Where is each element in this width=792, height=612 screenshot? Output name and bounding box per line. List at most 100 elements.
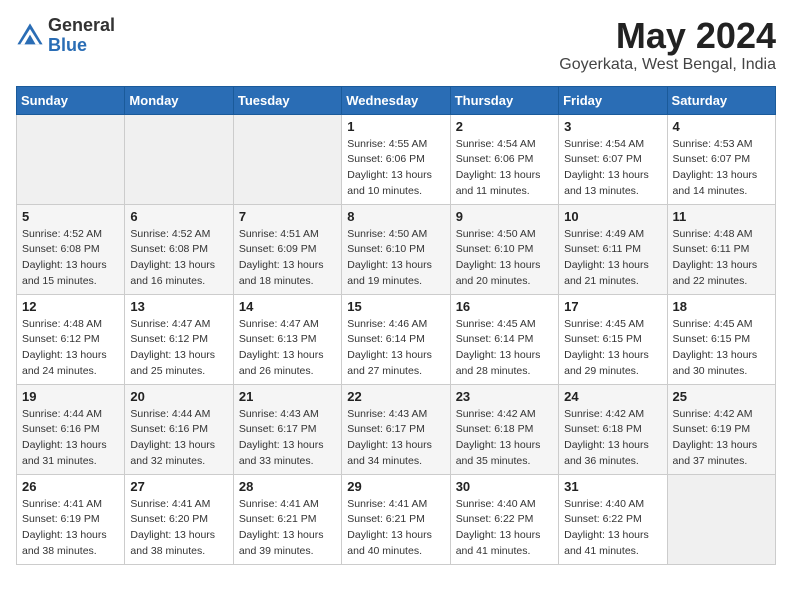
day-info: Sunrise: 4:53 AMSunset: 6:07 PMDaylight:… xyxy=(673,137,770,200)
calendar-cell: 18 Sunrise: 4:45 AMSunset: 6:15 PMDayligh… xyxy=(667,294,775,384)
day-number: 25 xyxy=(673,389,770,404)
calendar-body: 1 Sunrise: 4:55 AMSunset: 6:06 PMDaylight… xyxy=(17,114,776,564)
day-number: 2 xyxy=(456,119,553,134)
day-number: 8 xyxy=(347,209,444,224)
calendar-cell: 4 Sunrise: 4:53 AMSunset: 6:07 PMDaylight… xyxy=(667,114,775,204)
day-info: Sunrise: 4:41 AMSunset: 6:21 PMDaylight:… xyxy=(239,497,336,560)
day-number: 30 xyxy=(456,479,553,494)
header-row: SundayMondayTuesdayWednesdayThursdayFrid… xyxy=(17,86,776,114)
calendar-cell: 13Sunrise: 4:47 AMSunset: 6:12 PMDayligh… xyxy=(125,294,233,384)
day-info: Sunrise: 4:50 AMSunset: 6:10 PMDaylight:… xyxy=(347,227,444,290)
day-number: 14 xyxy=(239,299,336,314)
calendar-cell: 28 Sunrise: 4:41 AMSunset: 6:21 PMDayligh… xyxy=(233,474,341,564)
day-number: 4 xyxy=(673,119,770,134)
day-number: 26 xyxy=(22,479,119,494)
day-number: 3 xyxy=(564,119,661,134)
day-info: Sunrise: 4:41 AMSunset: 6:20 PMDaylight:… xyxy=(130,497,227,560)
day-info: Sunrise: 4:48 AMSunset: 6:11 PMDaylight:… xyxy=(673,227,770,290)
day-number: 13 xyxy=(130,299,227,314)
calendar-cell: 3 Sunrise: 4:54 AMSunset: 6:07 PMDaylight… xyxy=(559,114,667,204)
day-info: Sunrise: 4:55 AMSunset: 6:06 PMDaylight:… xyxy=(347,137,444,200)
day-info: Sunrise: 4:54 AMSunset: 6:07 PMDaylight:… xyxy=(564,137,661,200)
day-number: 16 xyxy=(456,299,553,314)
day-info: Sunrise: 4:50 AMSunset: 6:10 PMDaylight:… xyxy=(456,227,553,290)
day-info: Sunrise: 4:40 AMSunset: 6:22 PMDaylight:… xyxy=(564,497,661,560)
logo: General Blue xyxy=(16,16,115,56)
calendar-cell xyxy=(17,114,125,204)
day-info: Sunrise: 4:45 AMSunset: 6:14 PMDaylight:… xyxy=(456,317,553,380)
month-year: May 2024 xyxy=(559,16,776,56)
day-number: 31 xyxy=(564,479,661,494)
header-cell-monday: Monday xyxy=(125,86,233,114)
day-number: 10 xyxy=(564,209,661,224)
calendar-cell: 23 Sunrise: 4:42 AMSunset: 6:18 PMDayligh… xyxy=(450,384,558,474)
day-number: 6 xyxy=(130,209,227,224)
calendar-cell: 25 Sunrise: 4:42 AMSunset: 6:19 PMDayligh… xyxy=(667,384,775,474)
day-info: Sunrise: 4:41 AMSunset: 6:19 PMDaylight:… xyxy=(22,497,119,560)
day-number: 23 xyxy=(456,389,553,404)
day-info: Sunrise: 4:51 AMSunset: 6:09 PMDaylight:… xyxy=(239,227,336,290)
day-info: Sunrise: 4:49 AMSunset: 6:11 PMDaylight:… xyxy=(564,227,661,290)
header-cell-sunday: Sunday xyxy=(17,86,125,114)
day-info: Sunrise: 4:42 AMSunset: 6:18 PMDaylight:… xyxy=(564,407,661,470)
calendar-cell: 16 Sunrise: 4:45 AMSunset: 6:14 PMDayligh… xyxy=(450,294,558,384)
week-row-1: 1 Sunrise: 4:55 AMSunset: 6:06 PMDaylight… xyxy=(17,114,776,204)
calendar-cell: 9Sunrise: 4:50 AMSunset: 6:10 PMDaylight… xyxy=(450,204,558,294)
day-info: Sunrise: 4:42 AMSunset: 6:18 PMDaylight:… xyxy=(456,407,553,470)
calendar-cell: 19 Sunrise: 4:44 AMSunset: 6:16 PMDayligh… xyxy=(17,384,125,474)
calendar-cell: 20Sunrise: 4:44 AMSunset: 6:16 PMDayligh… xyxy=(125,384,233,474)
day-info: Sunrise: 4:54 AMSunset: 6:06 PMDaylight:… xyxy=(456,137,553,200)
calendar-cell xyxy=(667,474,775,564)
day-number: 27 xyxy=(130,479,227,494)
calendar-cell: 10 Sunrise: 4:49 AMSunset: 6:11 PMDayligh… xyxy=(559,204,667,294)
day-number: 22 xyxy=(347,389,444,404)
calendar-cell: 1 Sunrise: 4:55 AMSunset: 6:06 PMDaylight… xyxy=(342,114,450,204)
logo-general: General xyxy=(48,16,115,36)
calendar-cell: 15Sunrise: 4:46 AMSunset: 6:14 PMDayligh… xyxy=(342,294,450,384)
day-number: 28 xyxy=(239,479,336,494)
day-info: Sunrise: 4:45 AMSunset: 6:15 PMDaylight:… xyxy=(673,317,770,380)
calendar-table: SundayMondayTuesdayWednesdayThursdayFrid… xyxy=(16,86,776,565)
week-row-5: 26 Sunrise: 4:41 AMSunset: 6:19 PMDayligh… xyxy=(17,474,776,564)
calendar-cell: 14 Sunrise: 4:47 AMSunset: 6:13 PMDayligh… xyxy=(233,294,341,384)
day-number: 12 xyxy=(22,299,119,314)
calendar-cell: 6Sunrise: 4:52 AMSunset: 6:08 PMDaylight… xyxy=(125,204,233,294)
calendar-cell xyxy=(233,114,341,204)
location: Goyerkata, West Bengal, India xyxy=(559,56,776,74)
day-number: 11 xyxy=(673,209,770,224)
header-cell-tuesday: Tuesday xyxy=(233,86,341,114)
day-number: 1 xyxy=(347,119,444,134)
calendar-cell: 26 Sunrise: 4:41 AMSunset: 6:19 PMDayligh… xyxy=(17,474,125,564)
calendar-cell: 29Sunrise: 4:41 AMSunset: 6:21 PMDayligh… xyxy=(342,474,450,564)
calendar-cell: 22Sunrise: 4:43 AMSunset: 6:17 PMDayligh… xyxy=(342,384,450,474)
calendar-cell: 21 Sunrise: 4:43 AMSunset: 6:17 PMDayligh… xyxy=(233,384,341,474)
header-cell-wednesday: Wednesday xyxy=(342,86,450,114)
calendar-cell: 8 Sunrise: 4:50 AMSunset: 6:10 PMDaylight… xyxy=(342,204,450,294)
calendar-cell: 30 Sunrise: 4:40 AMSunset: 6:22 PMDayligh… xyxy=(450,474,558,564)
day-info: Sunrise: 4:41 AMSunset: 6:21 PMDaylight:… xyxy=(347,497,444,560)
week-row-4: 19 Sunrise: 4:44 AMSunset: 6:16 PMDayligh… xyxy=(17,384,776,474)
logo-blue: Blue xyxy=(48,36,115,56)
day-info: Sunrise: 4:40 AMSunset: 6:22 PMDaylight:… xyxy=(456,497,553,560)
calendar-cell: 2 Sunrise: 4:54 AMSunset: 6:06 PMDaylight… xyxy=(450,114,558,204)
calendar-cell: 24Sunrise: 4:42 AMSunset: 6:18 PMDayligh… xyxy=(559,384,667,474)
day-info: Sunrise: 4:46 AMSunset: 6:14 PMDaylight:… xyxy=(347,317,444,380)
day-info: Sunrise: 4:44 AMSunset: 6:16 PMDaylight:… xyxy=(22,407,119,470)
logo-icon xyxy=(16,22,44,50)
header-cell-thursday: Thursday xyxy=(450,86,558,114)
calendar-cell: 5Sunrise: 4:52 AMSunset: 6:08 PMDaylight… xyxy=(17,204,125,294)
day-info: Sunrise: 4:42 AMSunset: 6:19 PMDaylight:… xyxy=(673,407,770,470)
day-number: 20 xyxy=(130,389,227,404)
calendar-cell: 31 Sunrise: 4:40 AMSunset: 6:22 PMDayligh… xyxy=(559,474,667,564)
logo-text: General Blue xyxy=(48,16,115,56)
day-number: 19 xyxy=(22,389,119,404)
day-info: Sunrise: 4:52 AMSunset: 6:08 PMDaylight:… xyxy=(22,227,119,290)
day-info: Sunrise: 4:47 AMSunset: 6:13 PMDaylight:… xyxy=(239,317,336,380)
page-header: General Blue May 2024 Goyerkata, West Be… xyxy=(16,16,776,74)
calendar-cell xyxy=(125,114,233,204)
day-number: 18 xyxy=(673,299,770,314)
day-number: 7 xyxy=(239,209,336,224)
header-cell-friday: Friday xyxy=(559,86,667,114)
day-number: 21 xyxy=(239,389,336,404)
day-info: Sunrise: 4:43 AMSunset: 6:17 PMDaylight:… xyxy=(239,407,336,470)
